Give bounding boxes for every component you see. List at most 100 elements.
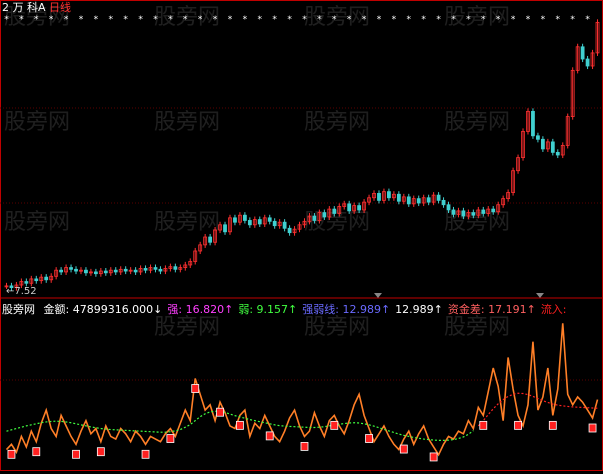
watermark-12: 股旁网 xyxy=(154,315,220,340)
signal-marker-5 xyxy=(166,434,175,443)
star-111: * xyxy=(556,15,561,25)
signal-marker-1 xyxy=(32,447,41,457)
candle-body-6 xyxy=(34,278,39,282)
price-low-label: ←7.52 xyxy=(6,286,37,297)
candle-body-31 xyxy=(158,268,163,272)
star-87: * xyxy=(436,15,441,25)
candle-body-11 xyxy=(59,269,64,273)
stock-code: 2 xyxy=(2,1,9,14)
watermark-8: 股旁网 xyxy=(4,210,70,235)
chart-period: 日线 xyxy=(49,1,72,14)
star-48: * xyxy=(243,15,248,25)
indicator-value-1: 强: 16.820↑ xyxy=(167,303,234,316)
candle-body-46 xyxy=(233,217,237,223)
indicator-value-4: 12.989↑ xyxy=(395,303,443,316)
star-6: * xyxy=(34,15,39,25)
candle-body-22 xyxy=(113,269,118,273)
candle-body-48 xyxy=(242,214,247,221)
chart-header: 2 万 科A 日线 xyxy=(2,1,71,14)
star-12: * xyxy=(64,15,69,25)
candle-body-71 xyxy=(357,205,362,211)
candle-body-14 xyxy=(74,268,78,272)
candle-body-77 xyxy=(387,191,391,199)
candlestick-series xyxy=(4,19,600,291)
candle-body-89 xyxy=(446,204,451,211)
candle-body-108 xyxy=(540,138,545,150)
signal-marker-10 xyxy=(300,442,309,451)
star-36: * xyxy=(183,15,188,25)
candle-body-96 xyxy=(481,209,486,214)
star-96: * xyxy=(481,15,486,25)
star-18: * xyxy=(94,15,99,25)
star-33: * xyxy=(168,15,173,25)
signal-markers xyxy=(7,384,597,462)
signal-marker-14 xyxy=(429,452,438,462)
cursor-marker-2 xyxy=(536,293,544,298)
indicator-name: 股旁网 xyxy=(2,303,35,316)
indicator-series xyxy=(5,323,599,457)
candle-body-13 xyxy=(69,267,73,270)
star-63: * xyxy=(317,15,322,25)
star-105: * xyxy=(526,15,531,25)
indicator-header: 股旁网 金额: 47899316.000↓ 强: 16.820↑ 弱: 9.157↑… xyxy=(2,303,567,316)
signal-marker-3 xyxy=(96,447,105,457)
star-3: * xyxy=(19,15,24,25)
watermark-9: 股旁网 xyxy=(154,210,220,235)
candle-body-116 xyxy=(580,46,585,60)
star-21: * xyxy=(109,15,114,25)
candle-body-62 xyxy=(312,215,317,221)
star-90: * xyxy=(451,15,456,25)
candle-body-16 xyxy=(84,269,88,274)
signal-marker-4 xyxy=(141,449,150,459)
signal-marker-17 xyxy=(548,420,557,430)
candle-body-117 xyxy=(585,58,590,67)
candle-body-81 xyxy=(406,196,411,205)
candle-body-83 xyxy=(416,198,421,204)
star-39: * xyxy=(198,15,203,25)
candle-body-85 xyxy=(426,197,431,203)
candle-body-75 xyxy=(377,192,381,201)
signal-marker-0 xyxy=(7,449,16,459)
cursor-marker-1 xyxy=(374,293,382,298)
candle-body-44 xyxy=(223,224,227,233)
star-42: * xyxy=(213,15,218,25)
candle-body-53 xyxy=(267,217,272,222)
candle-body-28 xyxy=(143,268,148,271)
candle-body-66 xyxy=(332,208,337,214)
candle-body-107 xyxy=(536,135,540,140)
candle-body-54 xyxy=(272,220,277,227)
star-84: * xyxy=(421,15,426,25)
chart-stage: 股旁网 股旁网 股旁网 股旁网 股旁网 股旁网 股旁网 股旁网 股旁网 股旁网 股旁网 股旁网 股旁网股… xyxy=(0,0,603,471)
signal-marker-11 xyxy=(330,420,339,430)
star-108: * xyxy=(541,15,546,25)
star-57: * xyxy=(287,15,292,25)
signal-marker-8 xyxy=(236,420,244,430)
star-15: * xyxy=(79,15,84,25)
star-9: * xyxy=(49,15,54,25)
candle-body-92 xyxy=(461,210,466,217)
candle-body-87 xyxy=(436,194,441,201)
watermark-5: 股旁网 xyxy=(154,110,220,135)
watermark-layer: 股旁网 股旁网 股旁网 股旁网股旁网 股旁网 股旁网 股旁网股旁网 股旁网 股旁网 股旁网股旁网股… xyxy=(4,5,510,340)
signal-marker-15 xyxy=(479,420,488,430)
star-0: * xyxy=(4,15,9,25)
watermark-10: 股旁网 xyxy=(304,210,370,235)
frame xyxy=(0,0,603,471)
candle-body-26 xyxy=(133,269,138,273)
star-117: * xyxy=(585,15,590,25)
candle-body-110 xyxy=(550,141,555,153)
star-54: * xyxy=(272,15,277,25)
star-66: * xyxy=(332,15,337,25)
chart-axes xyxy=(0,0,603,471)
signal-marker-9 xyxy=(265,431,274,441)
indicator-line xyxy=(5,323,599,457)
star-78: * xyxy=(392,15,397,25)
candle-body-49 xyxy=(247,220,252,226)
star-30: * xyxy=(153,15,158,25)
candle-body-90 xyxy=(451,209,456,215)
star-75: * xyxy=(377,15,382,25)
star-114: * xyxy=(570,15,575,25)
star-81: * xyxy=(407,15,412,25)
signal-marker-6 xyxy=(191,384,200,393)
candle-body-4 xyxy=(24,281,29,284)
